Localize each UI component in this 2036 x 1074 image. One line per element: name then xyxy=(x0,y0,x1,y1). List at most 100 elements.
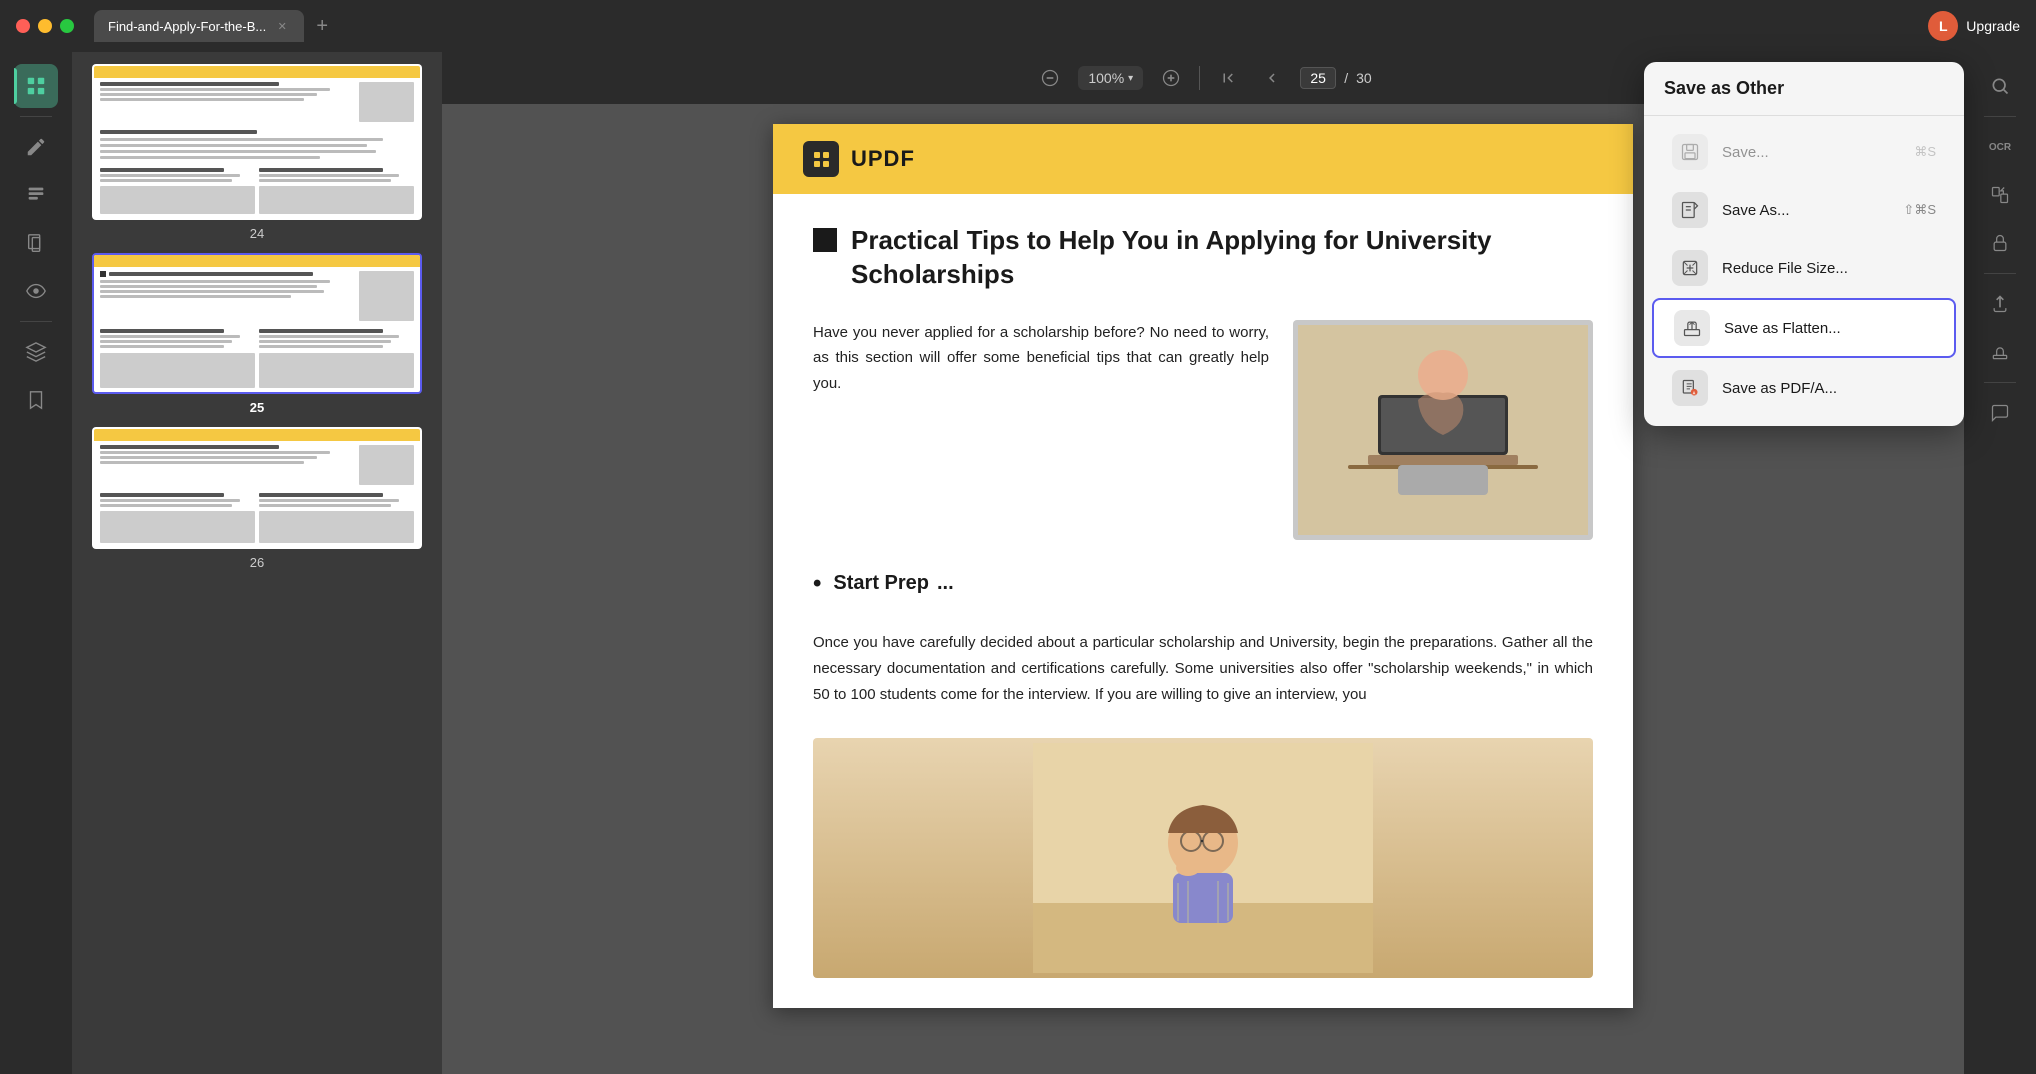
pdf-section-title-row: Practical Tips to Help You in Applying f… xyxy=(813,224,1593,292)
sidebar-divider-2 xyxy=(20,321,52,322)
thumb-body-24 xyxy=(94,78,420,218)
first-page-button[interactable] xyxy=(1212,62,1244,94)
save-shortcut: ⌘S xyxy=(1914,144,1936,160)
active-tab[interactable]: Find-and-Apply-For-the-B... ✕ xyxy=(94,10,304,42)
save-dropdown-title: Save as Other xyxy=(1644,78,1964,116)
thumbnails-icon xyxy=(25,75,47,97)
ocr-button[interactable]: OCR xyxy=(1978,125,2022,169)
save-as-other-dropdown: Save as Other Save... ⌘S Save As... ⇧⌘S xyxy=(1644,62,1964,426)
thumbnail-frame-25 xyxy=(92,253,422,394)
stamp-button[interactable] xyxy=(1978,330,2022,374)
plus-icon xyxy=(1161,68,1181,88)
thinking-person-illustration xyxy=(1033,743,1373,973)
pdf-body-row: Have you never applied for a scholarship… xyxy=(813,320,1593,540)
search-button[interactable] xyxy=(1978,64,2022,108)
sidebar-item-pages[interactable] xyxy=(14,221,58,265)
page-number-25: 25 xyxy=(250,400,264,415)
ocr-label: OCR xyxy=(1989,142,2011,153)
minimize-button[interactable] xyxy=(38,19,52,33)
zoom-out-button[interactable] xyxy=(1034,62,1066,94)
laptop-person-illustration xyxy=(1298,325,1588,535)
flatten-icon xyxy=(1674,310,1710,346)
pdf-page: UPDF Practical Tips to Help You in Apply… xyxy=(773,124,1633,1008)
minus-icon xyxy=(1040,68,1060,88)
maximize-button[interactable] xyxy=(60,19,74,33)
reduce-size-icon xyxy=(1672,250,1708,286)
lock-icon xyxy=(1990,233,2010,253)
pdf-image-right xyxy=(1293,320,1593,540)
avatar: L xyxy=(1928,11,1958,41)
stamp-icon xyxy=(1990,342,2010,362)
logo-dots xyxy=(814,152,829,167)
save-menu-item-save-as[interactable]: Save As... ⇧⌘S xyxy=(1652,182,1956,238)
thumbnail-page-25[interactable]: 25 xyxy=(84,253,430,415)
sidebar-item-thumbnails[interactable] xyxy=(14,64,58,108)
pen-icon xyxy=(25,136,47,158)
pdf-bullet-title: • Start Prep... xyxy=(813,570,1593,598)
page-input[interactable] xyxy=(1300,67,1336,89)
thumb-body-26 xyxy=(94,441,420,547)
right-sidebar: OCR xyxy=(1964,52,2036,1074)
page-total: 30 xyxy=(1356,70,1372,86)
pdf-header: UPDF xyxy=(773,124,1633,194)
pdf-bottom-row: Once you have carefully decided about a … xyxy=(813,630,1593,709)
prev-page-icon xyxy=(1263,69,1281,87)
pdf-bottom-image xyxy=(813,738,1593,978)
prev-page-button[interactable] xyxy=(1256,62,1288,94)
pdf-body-paragraph: Have you never applied for a scholarship… xyxy=(813,320,1269,540)
save-floppy-icon xyxy=(1672,134,1708,170)
thumbnail-frame-26 xyxy=(92,427,422,549)
page-navigation: / 30 xyxy=(1300,67,1371,89)
sub-section-label: Start Prep xyxy=(833,572,929,595)
chevron-down-icon: ▾ xyxy=(1128,73,1133,84)
tab-bar: Find-and-Apply-For-the-B... ✕ + xyxy=(94,10,336,42)
chat-button[interactable] xyxy=(1978,391,2022,435)
save-as-icon xyxy=(1672,192,1708,228)
zoom-display[interactable]: 100% ▾ xyxy=(1078,66,1143,90)
new-tab-button[interactable]: + xyxy=(308,12,336,40)
svg-text:A: A xyxy=(1693,391,1696,396)
titlebar: Find-and-Apply-For-the-B... ✕ + L Upgrad… xyxy=(0,0,2036,52)
first-page-icon xyxy=(1219,69,1237,87)
pdf-sub-section: • Start Prep... xyxy=(813,570,1593,610)
thumb-header-25 xyxy=(94,255,420,267)
pdfa-icon: A xyxy=(1672,370,1708,406)
updf-logo-icon xyxy=(803,141,839,177)
bookmark-icon xyxy=(25,389,47,411)
zoom-in-button[interactable] xyxy=(1155,62,1187,94)
thumbnail-page-24[interactable]: 24 xyxy=(84,64,430,241)
pdf-body-text-bottom: Once you have carefully decided about a … xyxy=(813,630,1593,709)
sidebar-item-layers[interactable] xyxy=(14,330,58,374)
right-divider-3 xyxy=(1984,382,2016,383)
thumb-header-24 xyxy=(94,66,420,78)
tab-label: Find-and-Apply-For-the-B... xyxy=(108,19,266,34)
pages-icon xyxy=(25,232,47,254)
pdf-bottom-image-container xyxy=(813,738,1593,978)
close-button[interactable] xyxy=(16,19,30,33)
save-as-label: Save As... xyxy=(1722,202,1889,219)
tab-close-button[interactable]: ✕ xyxy=(274,18,290,34)
share-button[interactable] xyxy=(1978,282,2022,326)
sidebar-item-bookmarks[interactable] xyxy=(14,378,58,422)
convert-button[interactable] xyxy=(1978,173,2022,217)
sidebar-item-pen[interactable] xyxy=(14,125,58,169)
save-menu-item-flatten[interactable]: Save as Flatten... xyxy=(1652,298,1956,358)
save-menu-item-reduce[interactable]: Reduce File Size... xyxy=(1652,240,1956,296)
sidebar-item-annotations[interactable] xyxy=(14,173,58,217)
thumbnail-page-26[interactable]: 26 xyxy=(84,427,430,570)
annotations-icon xyxy=(25,184,47,206)
upgrade-button[interactable]: L Upgrade xyxy=(1928,11,2020,41)
right-divider-2 xyxy=(1984,273,2016,274)
search-icon xyxy=(1990,76,2010,96)
page-number-26: 26 xyxy=(250,555,264,570)
reduce-label: Reduce File Size... xyxy=(1722,260,1922,277)
lock-button[interactable] xyxy=(1978,221,2022,265)
pdf-main-title: Practical Tips to Help You in Applying f… xyxy=(851,224,1593,292)
thumb-header-26 xyxy=(94,429,420,441)
save-menu-item-save[interactable]: Save... ⌘S xyxy=(1652,124,1956,180)
thumbnail-frame-24 xyxy=(92,64,422,220)
save-menu-item-pdfa[interactable]: A Save as PDF/A... xyxy=(1652,360,1956,416)
pdf-content: Practical Tips to Help You in Applying f… xyxy=(773,194,1633,1008)
save-label: Save... xyxy=(1722,144,1900,161)
sidebar-item-view[interactable] xyxy=(14,269,58,313)
